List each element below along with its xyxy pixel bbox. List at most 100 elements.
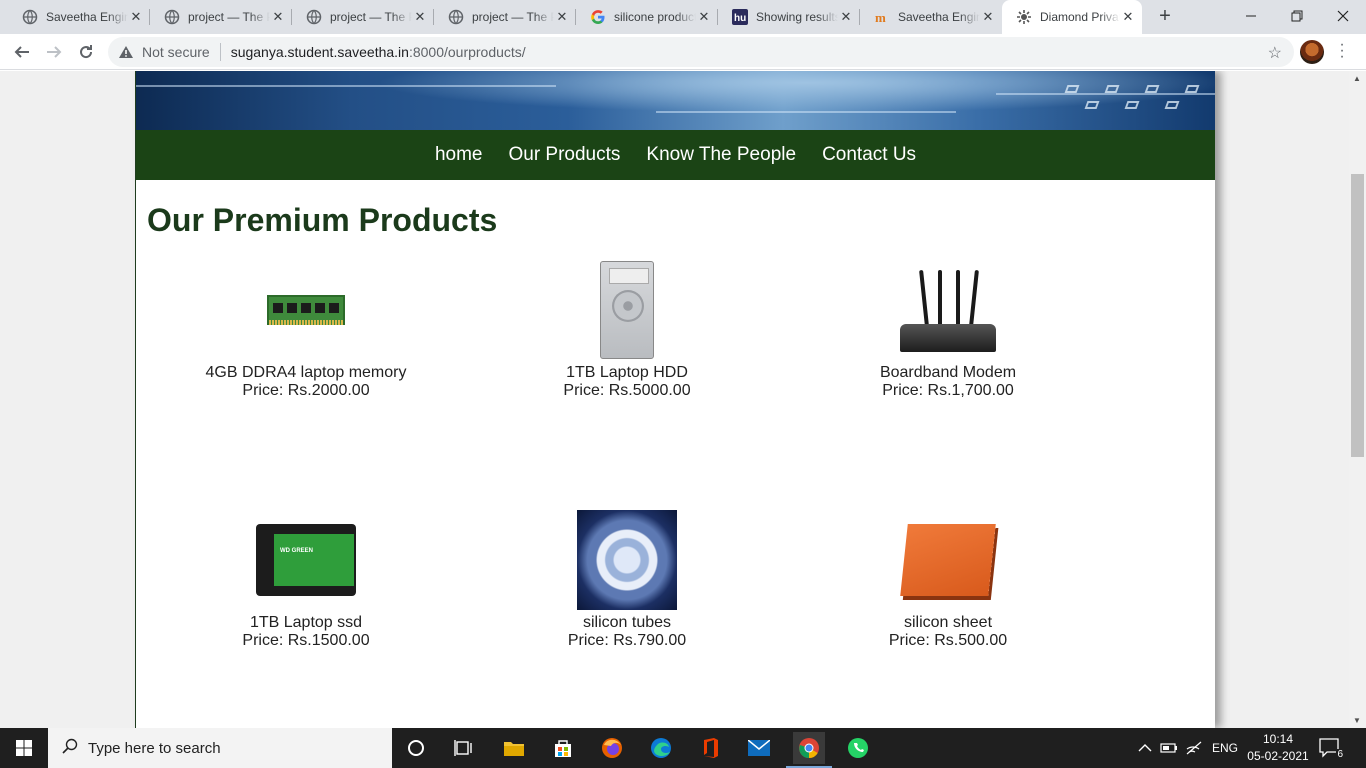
battery-network-icon[interactable] [1160, 728, 1180, 768]
tab-title: silicone products - Google Search [614, 10, 696, 24]
svg-text:hu: hu [734, 13, 746, 24]
tab-strip: Saveetha Engineering College ✕ project —… [0, 0, 1366, 34]
close-tab-icon[interactable]: ✕ [1120, 9, 1136, 25]
tab-title: project — The Parts Place [330, 10, 412, 24]
show-hidden-icons[interactable] [1138, 728, 1152, 768]
gear-icon [1016, 9, 1032, 25]
chrome-icon[interactable] [786, 732, 832, 768]
menu-icon[interactable]: · · · [1336, 37, 1348, 65]
url-path: :8000/ourproducts/ [408, 44, 526, 60]
browser-tab[interactable]: project — The Parts Place ✕ [150, 0, 292, 34]
reload-button[interactable] [72, 38, 100, 66]
firefox-icon[interactable] [596, 732, 628, 764]
product-price: Price: Rs.1500.00 [242, 632, 370, 649]
site-container: home Our Products Know The People Contac… [135, 71, 1215, 728]
task-view-icon[interactable] [448, 732, 480, 764]
taskbar-search[interactable]: Type here to search [48, 728, 392, 768]
close-tab-icon[interactable]: ✕ [270, 9, 286, 25]
new-tab-button[interactable]: + [1153, 5, 1177, 29]
profile-avatar[interactable] [1300, 40, 1324, 64]
product-name: Boardband Modem [879, 364, 1017, 381]
globe-icon [164, 9, 180, 25]
product-card[interactable]: 4GB DDRA4 laptop memory Price: Rs.2000.0… [146, 260, 466, 400]
globe-icon [448, 9, 464, 25]
forward-button[interactable] [40, 38, 68, 66]
browser-tab[interactable]: silicone products - Google Search ✕ [576, 0, 718, 34]
browser-tab[interactable]: project — The Parts Place ✕ [434, 0, 576, 34]
back-button[interactable] [8, 38, 36, 66]
store-icon[interactable] [547, 732, 579, 764]
product-card[interactable]: silicon sheet Price: Rs.500.00 [788, 510, 1108, 650]
product-price: Price: Rs.1,700.00 [882, 382, 1014, 399]
svg-text:m: m [875, 10, 886, 25]
page-title: Our Premium Products [147, 202, 498, 238]
product-price: Price: Rs.2000.00 [242, 382, 370, 399]
product-name: silicon tubes [582, 614, 672, 631]
product-image-modem[interactable] [900, 268, 996, 352]
close-tab-icon[interactable]: ✕ [980, 9, 996, 25]
url-host: suganya.student.saveetha.in [230, 44, 409, 60]
mail-icon[interactable] [743, 732, 775, 764]
security-label: Not secure [142, 44, 210, 60]
hu-icon: hu [732, 9, 748, 25]
page-scrollbar[interactable]: ▲ ▼ [1349, 71, 1366, 728]
close-tab-icon[interactable]: ✕ [696, 9, 712, 25]
browser-toolbar: Not secure suganya.student.saveetha.in:8… [0, 34, 1366, 70]
notification-center-icon[interactable]: 6 [1318, 736, 1344, 760]
nav-home[interactable]: home [435, 144, 483, 166]
restore-button[interactable] [1274, 0, 1320, 32]
clock-date: 05-02-2021 [1247, 749, 1309, 763]
office-icon[interactable] [694, 732, 726, 764]
product-image-tubes[interactable] [577, 510, 677, 610]
cortana-icon[interactable] [400, 732, 432, 764]
product-name: 1TB Laptop ssd [249, 614, 363, 631]
tab-title: Diamond Private Limited [1040, 10, 1120, 24]
nav-contact-us[interactable]: Contact Us [822, 144, 916, 166]
taskbar: Type here to search ENG 10:14 05-02-2021… [0, 728, 1366, 768]
edge-icon[interactable] [645, 732, 677, 764]
scrollbar-thumb[interactable] [1351, 174, 1364, 457]
browser-tab[interactable]: hu Showing results ✕ [718, 0, 860, 34]
product-card[interactable]: 1TB Laptop HDD Price: Rs.5000.00 [467, 260, 787, 400]
warning-icon[interactable] [118, 44, 134, 60]
globe-icon [22, 9, 38, 25]
product-card[interactable]: silicon tubes Price: Rs.790.00 [467, 510, 787, 650]
system-clock[interactable]: 10:14 05-02-2021 [1246, 731, 1310, 765]
whatsapp-icon[interactable] [842, 732, 874, 764]
browser-tab[interactable]: m Saveetha Engineering College ✕ [860, 0, 1002, 34]
tab-title: Saveetha Engineering College [46, 10, 128, 24]
browser-tab-active[interactable]: Diamond Private Limited ✕ [1002, 0, 1142, 34]
browser-tab[interactable]: Saveetha Engineering College ✕ [8, 0, 150, 34]
product-card[interactable]: Boardband Modem Price: Rs.1,700.00 [788, 260, 1108, 400]
product-name: 4GB DDRA4 laptop memory [205, 364, 407, 381]
file-explorer-icon[interactable] [498, 732, 530, 764]
header-banner-image [136, 71, 1215, 130]
wifi-icon[interactable] [1186, 728, 1204, 768]
start-button[interactable] [0, 728, 48, 768]
scroll-up-icon[interactable]: ▲ [1353, 74, 1361, 83]
close-window-button[interactable] [1320, 0, 1366, 32]
close-tab-icon[interactable]: ✕ [412, 9, 428, 25]
product-price: Price: Rs.790.00 [567, 632, 687, 649]
nav-know-the-people[interactable]: Know The People [646, 144, 796, 166]
close-tab-icon[interactable]: ✕ [128, 9, 144, 25]
product-image-sheet[interactable] [900, 524, 996, 596]
browser-tab[interactable]: project — The Parts Place ✕ [292, 0, 434, 34]
m-icon: m [874, 9, 890, 25]
google-icon [590, 9, 606, 25]
language-indicator[interactable]: ENG [1212, 728, 1238, 768]
product-card[interactable]: 1TB Laptop ssd Price: Rs.1500.00 [146, 510, 466, 650]
notification-count: 6 [1336, 749, 1344, 760]
scroll-down-icon[interactable]: ▼ [1353, 716, 1361, 725]
address-bar[interactable]: Not secure suganya.student.saveetha.in:8… [108, 37, 1294, 67]
product-image-hdd[interactable] [600, 261, 654, 359]
tab-title: project — The Parts Place [188, 10, 270, 24]
close-tab-icon[interactable]: ✕ [554, 9, 570, 25]
product-image-ssd[interactable] [256, 524, 356, 596]
product-price: Price: Rs.5000.00 [563, 382, 691, 399]
bookmark-star-icon[interactable]: ☆ [1268, 43, 1282, 63]
close-tab-icon[interactable]: ✕ [838, 9, 854, 25]
nav-our-products[interactable]: Our Products [508, 144, 620, 166]
minimize-button[interactable] [1228, 0, 1274, 32]
product-image-ram[interactable] [267, 295, 345, 325]
